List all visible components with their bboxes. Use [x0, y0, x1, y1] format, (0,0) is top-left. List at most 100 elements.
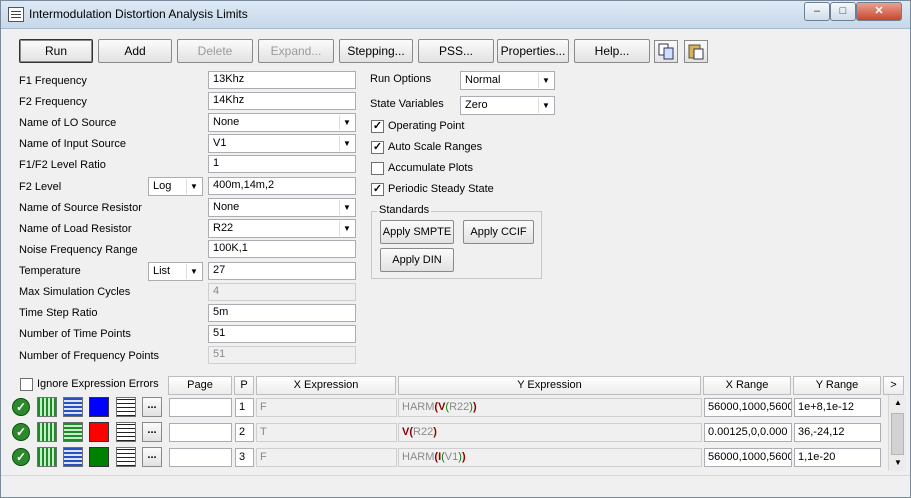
chevron-down-icon: ▼: [339, 200, 354, 215]
p-field[interactable]: 2: [235, 423, 254, 442]
f2-level-field[interactable]: 400m,14m,2: [208, 177, 356, 195]
vertical-scrollbar[interactable]: ▲ ▼: [888, 395, 906, 471]
scroll-up-icon[interactable]: ▲: [890, 395, 906, 411]
run-button[interactable]: Run: [19, 39, 93, 63]
plot-mode-icon[interactable]: [37, 422, 57, 442]
temperature-label: Temperature: [19, 265, 81, 277]
more-columns-button[interactable]: >: [883, 376, 904, 395]
lo-source-select[interactable]: None ▼: [208, 113, 356, 132]
argument: V1: [444, 451, 459, 463]
page-field[interactable]: [169, 423, 232, 442]
input-source-label: Name of Input Source: [19, 138, 127, 150]
operating-point-checkbox[interactable]: ✓: [371, 120, 384, 133]
check-icon[interactable]: ✓: [12, 448, 30, 466]
y-range-field[interactable]: 36,-24,12: [794, 423, 881, 442]
f2-level-mode-select[interactable]: Log ▼: [148, 177, 203, 196]
argument: R22: [413, 426, 434, 438]
p-column-header[interactable]: P: [234, 376, 254, 395]
x-expression-field[interactable]: T: [256, 423, 397, 442]
auto-scale-label: Auto Scale Ranges: [388, 141, 483, 153]
max-cycles-field[interactable]: 4: [208, 283, 356, 301]
input-source-value: V1: [213, 137, 227, 149]
more-options-button[interactable]: ...: [142, 447, 162, 467]
check-icon[interactable]: ✓: [12, 398, 30, 416]
run-options-select[interactable]: Normal ▼: [460, 71, 555, 90]
chevron-down-icon: ▼: [186, 264, 201, 279]
periodic-steady-state-checkbox[interactable]: ✓: [371, 183, 384, 196]
level-ratio-field[interactable]: 1: [208, 155, 356, 173]
line-style-icon[interactable]: [63, 447, 83, 467]
operating-point-label: Operating Point: [388, 120, 465, 132]
table-icon[interactable]: [116, 397, 136, 417]
close-button[interactable]: ✕: [856, 2, 902, 21]
line-style-icon[interactable]: [63, 397, 83, 417]
maximize-button[interactable]: □: [830, 2, 856, 21]
load-resistor-value: R22: [213, 222, 234, 234]
accumulate-plots-checkbox[interactable]: [371, 162, 384, 175]
chevron-down-icon: ▼: [186, 179, 201, 194]
scroll-thumb[interactable]: [891, 413, 904, 455]
more-options-button[interactable]: ...: [142, 397, 162, 417]
properties-button[interactable]: Properties...: [497, 39, 569, 63]
apply-smpte-button[interactable]: Apply SMPTE: [380, 220, 454, 244]
color-swatch[interactable]: [89, 447, 109, 467]
y-range-header[interactable]: Y Range: [793, 376, 881, 395]
page-field[interactable]: [169, 448, 232, 467]
x-range-field[interactable]: 0.00125,0,0.000: [704, 423, 792, 442]
y-expression-field[interactable]: V(R22): [398, 423, 702, 442]
x-range-field[interactable]: 56000,1000,5600: [704, 398, 792, 417]
x-range-header[interactable]: X Range: [703, 376, 791, 395]
source-resistor-select[interactable]: None ▼: [208, 198, 356, 217]
f2-frequency-field[interactable]: 14Khz: [208, 92, 356, 110]
ignore-errors-checkbox[interactable]: [20, 378, 33, 391]
check-icon[interactable]: ✓: [12, 423, 30, 441]
function-name: HARM: [402, 401, 435, 413]
page-field[interactable]: [169, 398, 232, 417]
time-step-field[interactable]: 5m: [208, 304, 356, 322]
input-source-select[interactable]: V1 ▼: [208, 134, 356, 153]
ignore-errors-label: Ignore Expression Errors: [37, 378, 159, 390]
table-icon[interactable]: [116, 422, 136, 442]
x-expression-field[interactable]: F: [256, 398, 397, 417]
apply-din-button[interactable]: Apply DIN: [380, 248, 454, 272]
minimize-button[interactable]: –: [804, 2, 830, 21]
temperature-field[interactable]: 27: [208, 262, 356, 280]
noise-range-field[interactable]: 100K,1: [208, 240, 356, 258]
page-column-header[interactable]: Page: [168, 376, 232, 395]
y-expression-header[interactable]: Y Expression: [398, 376, 701, 395]
auto-scale-checkbox[interactable]: ✓: [371, 141, 384, 154]
y-range-field[interactable]: 1e+8,1e-12: [794, 398, 881, 417]
plot-mode-icon[interactable]: [37, 397, 57, 417]
color-swatch[interactable]: [89, 422, 109, 442]
time-points-field[interactable]: 51: [208, 325, 356, 343]
line-style-icon[interactable]: [63, 422, 83, 442]
expand-button[interactable]: Expand...: [258, 39, 334, 63]
f1-frequency-field[interactable]: 13Khz: [208, 71, 356, 89]
state-variables-select[interactable]: Zero ▼: [460, 96, 555, 115]
delete-button[interactable]: Delete: [177, 39, 253, 63]
scroll-down-icon[interactable]: ▼: [890, 455, 906, 471]
run-options-label: Run Options: [370, 73, 432, 85]
x-expression-field[interactable]: F: [256, 448, 397, 467]
y-expression-field[interactable]: HARM(V(R22)): [398, 398, 702, 417]
add-button[interactable]: Add: [98, 39, 172, 63]
frequency-points-field[interactable]: 51: [208, 346, 356, 364]
color-swatch[interactable]: [89, 397, 109, 417]
help-button[interactable]: Help...: [574, 39, 650, 63]
x-range-field[interactable]: 56000,1000,5600: [704, 448, 792, 467]
pss-button[interactable]: PSS...: [418, 39, 494, 63]
paste-icon[interactable]: [684, 40, 708, 63]
stepping-button[interactable]: Stepping...: [339, 39, 413, 63]
p-field[interactable]: 1: [235, 398, 254, 417]
more-options-button[interactable]: ...: [142, 422, 162, 442]
temperature-mode-select[interactable]: List ▼: [148, 262, 203, 281]
table-icon[interactable]: [116, 447, 136, 467]
p-field[interactable]: 3: [235, 448, 254, 467]
load-resistor-select[interactable]: R22 ▼: [208, 219, 356, 238]
x-expression-header[interactable]: X Expression: [256, 376, 396, 395]
apply-ccif-button[interactable]: Apply CCIF: [463, 220, 534, 244]
copy-icon[interactable]: [654, 40, 678, 63]
y-range-field[interactable]: 1,1e-20: [794, 448, 881, 467]
y-expression-field[interactable]: HARM(I(V1)): [398, 448, 702, 467]
plot-mode-icon[interactable]: [37, 447, 57, 467]
